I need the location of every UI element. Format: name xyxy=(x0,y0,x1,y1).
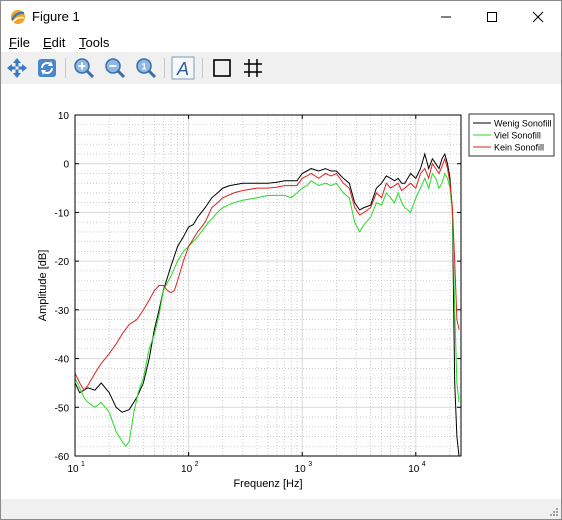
svg-text:A: A xyxy=(176,59,189,79)
window-title: Figure 1 xyxy=(32,9,80,24)
rotate-icon xyxy=(38,59,56,77)
y-tick-label: -40 xyxy=(55,355,70,366)
pan-button[interactable] xyxy=(4,55,30,81)
rotate-button[interactable] xyxy=(34,55,60,81)
zoom-in-button[interactable] xyxy=(71,55,97,81)
x-axis-label: Frequenz [Hz] xyxy=(233,478,302,490)
status-bar xyxy=(1,499,561,519)
menu-tools[interactable]: Tools xyxy=(79,35,109,50)
y-tick-label: -30 xyxy=(55,306,70,317)
zoom-in-icon xyxy=(74,58,95,79)
y-tick-label: -50 xyxy=(55,403,70,414)
y-tick-label: -10 xyxy=(55,208,70,219)
axes-box-icon xyxy=(213,59,231,77)
y-axis-label: Amplitude [dB] xyxy=(37,250,49,322)
grid-button[interactable] xyxy=(240,55,266,81)
resize-grip-icon[interactable] xyxy=(549,507,559,517)
legend-label-0: Wenig Sonofill xyxy=(494,119,551,129)
figure-canvas[interactable]: 10 0 -10 -20 -30 -40 -50 -60 10 1 10 2 10 3 10 4 Frequen… xyxy=(1,84,561,499)
figure-window: Figure 1 File Edit Tools 1 A 10 0 -10 -2… xyxy=(0,0,562,520)
svg-text:1: 1 xyxy=(141,62,146,72)
pan-icon xyxy=(7,58,27,78)
x-tick-exponent: 1 xyxy=(81,461,85,468)
title-bar[interactable]: Figure 1 xyxy=(1,1,561,32)
legend[interactable]: Wenig Sonofill Viel Sonofill Kein Sonofill xyxy=(468,113,555,157)
minimize-button[interactable] xyxy=(423,1,469,32)
close-icon xyxy=(532,11,544,22)
zoom-reset-button[interactable]: 1 xyxy=(133,55,159,81)
toolbar-separator xyxy=(202,58,203,78)
maximize-icon xyxy=(487,11,497,22)
toolbar-separator xyxy=(65,58,66,78)
minimize-icon xyxy=(441,16,451,17)
x-tick-exponent: 2 xyxy=(195,461,199,468)
maximize-button[interactable] xyxy=(469,1,515,32)
y-tick-label: 0 xyxy=(63,160,69,171)
close-button[interactable] xyxy=(515,1,561,32)
y-tick-label: -60 xyxy=(55,452,70,463)
menu-edit[interactable]: Edit xyxy=(43,35,65,50)
legend-label-2: Kein Sonofill xyxy=(494,143,544,153)
insert-text-icon: A xyxy=(171,56,195,80)
toolbar-separator xyxy=(164,58,165,78)
octave-app-icon xyxy=(11,10,25,24)
x-tick-exponent: 3 xyxy=(308,461,312,468)
menu-bar: File Edit Tools xyxy=(1,32,561,52)
zoom-reset-icon: 1 xyxy=(136,58,157,79)
insert-text-button[interactable]: A xyxy=(170,55,196,81)
x-tick-label: 10 xyxy=(67,464,79,475)
plot-area[interactable] xyxy=(74,114,462,457)
x-tick-exponent: 4 xyxy=(422,461,426,468)
zoom-out-button[interactable] xyxy=(102,55,128,81)
legend-label-1: Viel Sonofill xyxy=(494,131,541,141)
x-tick-label: 10 xyxy=(181,464,193,475)
x-tick-label: 10 xyxy=(295,464,307,475)
zoom-out-icon xyxy=(105,58,126,79)
grid-icon xyxy=(244,59,262,77)
axes-box-button[interactable] xyxy=(209,55,235,81)
y-tick-label: -20 xyxy=(55,257,70,268)
menu-file[interactable]: File xyxy=(9,35,30,50)
plot-svg[interactable]: 100-10-20-30-40-50-6010 1 10 2 10 3 10 4Frequen… xyxy=(1,84,561,499)
y-tick-label: 10 xyxy=(58,111,70,122)
figure-toolbar: 1 A xyxy=(1,52,561,84)
x-tick-label: 10 xyxy=(408,464,420,475)
